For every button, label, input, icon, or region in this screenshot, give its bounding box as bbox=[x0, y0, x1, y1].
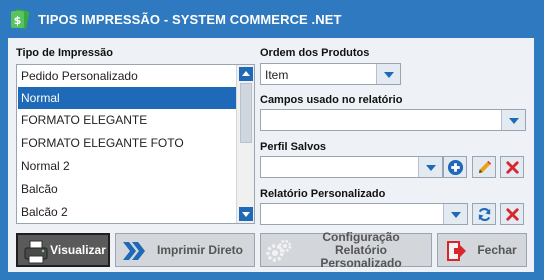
delete-relatorio-button[interactable] bbox=[500, 203, 524, 225]
ordem-produtos-value: Item bbox=[265, 68, 289, 82]
perfil-salvos-label: Perfil Salvos bbox=[260, 141, 327, 153]
chevron-down-icon[interactable] bbox=[501, 110, 525, 130]
tipo-impressao-label: Tipo de Impressão bbox=[16, 47, 113, 59]
list-item-selected[interactable]: Normal bbox=[18, 87, 236, 109]
relatorio-personalizado-select[interactable] bbox=[260, 203, 468, 225]
svg-text:$: $ bbox=[14, 14, 22, 27]
gears-icon bbox=[266, 239, 292, 262]
window-title: TIPOS IMPRESSÃO - SYSTEM COMMERCE .NET bbox=[38, 12, 342, 27]
list-item[interactable]: Pedido Personalizado bbox=[18, 65, 236, 87]
close-icon bbox=[506, 161, 519, 174]
printer-icon bbox=[24, 240, 48, 264]
list-item[interactable]: Balcão bbox=[18, 178, 236, 200]
visualizar-label: Visualizar bbox=[50, 242, 106, 257]
scroll-down-arrow-icon[interactable] bbox=[239, 207, 253, 221]
add-perfil-button[interactable] bbox=[443, 156, 467, 178]
double-chevron-right-icon bbox=[123, 242, 145, 260]
configuracao-relatorio-label: Configuração Relatório Personalizado bbox=[320, 229, 402, 270]
scroll-thumb[interactable] bbox=[240, 83, 252, 143]
exit-door-icon bbox=[447, 241, 466, 261]
refresh-icon bbox=[478, 208, 491, 221]
chevron-down-icon[interactable] bbox=[418, 157, 442, 177]
edit-perfil-button[interactable] bbox=[472, 156, 496, 178]
list-item[interactable]: Balcão 2 bbox=[18, 201, 236, 223]
fechar-button[interactable]: Fechar bbox=[437, 233, 527, 267]
ordem-produtos-select[interactable]: Item bbox=[260, 63, 401, 85]
fechar-label: Fechar bbox=[477, 242, 517, 257]
visualizar-button[interactable]: Visualizar bbox=[16, 233, 110, 267]
ordem-produtos-label: Ordem dos Produtos bbox=[260, 47, 370, 59]
imprimir-direto-button[interactable]: Imprimir Direto bbox=[115, 233, 255, 267]
perfil-salvos-select[interactable] bbox=[260, 156, 443, 178]
list-item[interactable]: FORMATO ELEGANTE FOTO bbox=[18, 132, 236, 154]
plus-icon bbox=[447, 159, 464, 176]
list-scrollbar[interactable] bbox=[236, 65, 254, 223]
campos-relatorio-label: Campos usado no relatório bbox=[260, 94, 403, 106]
title-bar: $ TIPOS IMPRESSÃO - SYSTEM COMMERCE .NET bbox=[0, 0, 544, 38]
imprimir-direto-label: Imprimir Direto bbox=[156, 242, 243, 257]
app-logo-icon: $ bbox=[11, 9, 30, 29]
delete-perfil-button[interactable] bbox=[500, 156, 524, 178]
campos-relatorio-select[interactable] bbox=[260, 109, 526, 131]
pencil-icon bbox=[478, 160, 492, 174]
tipo-impressao-list[interactable]: Pedido Personalizado Normal FORMATO ELEG… bbox=[16, 64, 255, 224]
chevron-down-icon[interactable] bbox=[376, 64, 400, 84]
refresh-relatorio-button[interactable] bbox=[472, 203, 496, 225]
list-item[interactable]: FORMATO ELEGANTE bbox=[18, 109, 236, 131]
close-icon bbox=[506, 208, 519, 221]
list-item[interactable]: Normal 2 bbox=[18, 155, 236, 177]
relatorio-personalizado-label: Relatório Personalizado bbox=[260, 188, 386, 200]
chevron-down-icon[interactable] bbox=[443, 204, 467, 224]
dialog-body: Tipo de Impressão Pedido Personalizado N… bbox=[8, 38, 534, 272]
configuracao-relatorio-button[interactable]: Configuração Relatório Personalizado bbox=[260, 229, 432, 270]
scroll-up-arrow-icon[interactable] bbox=[239, 67, 253, 81]
